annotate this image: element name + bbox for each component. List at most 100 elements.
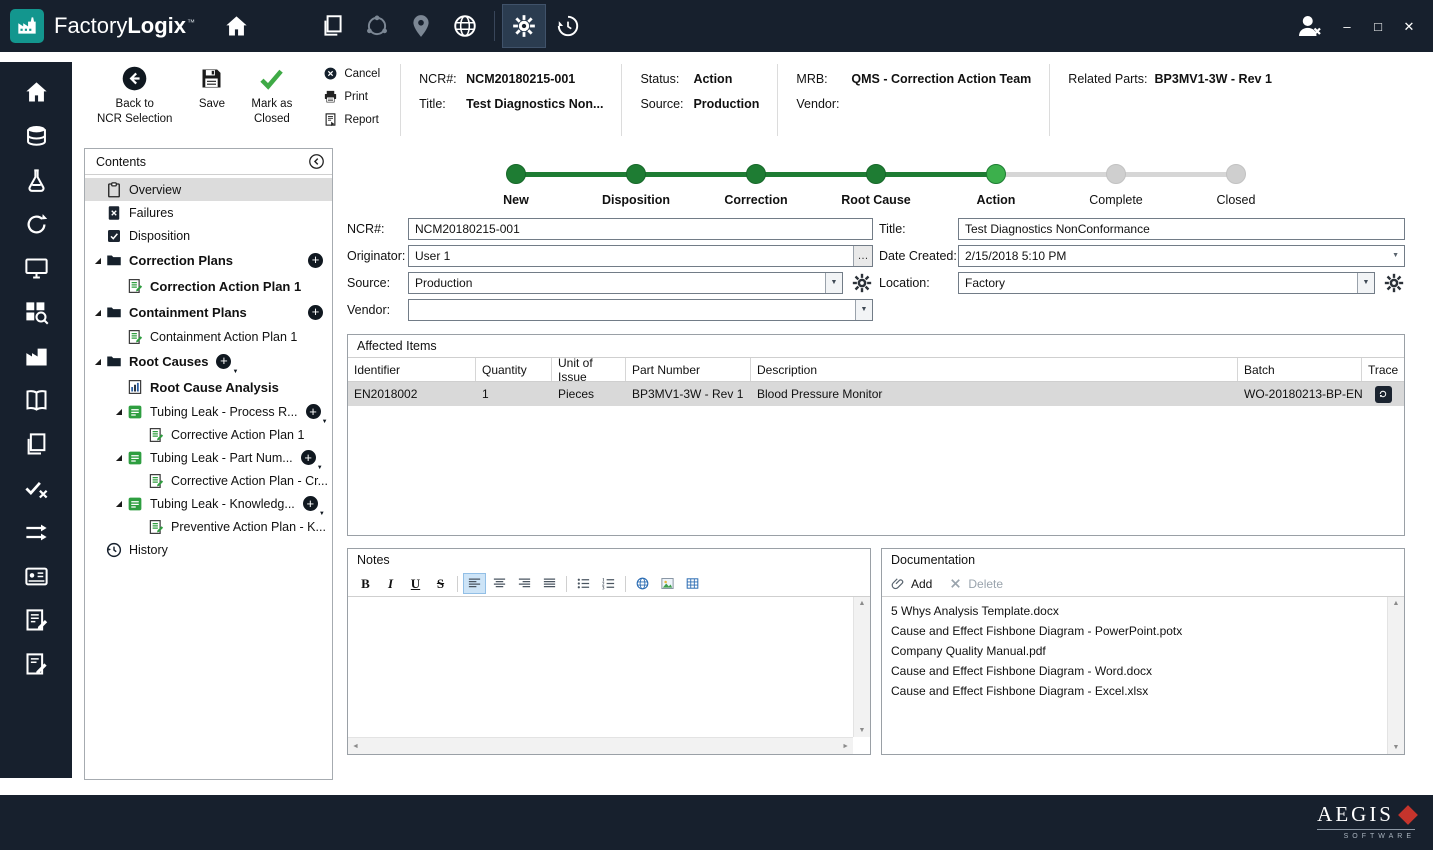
doc-file-item[interactable]: Company Quality Manual.pdf <box>882 641 1404 661</box>
add-button[interactable]: + ▼ <box>305 404 328 425</box>
image-button[interactable] <box>656 573 679 594</box>
history-icon[interactable] <box>546 4 590 48</box>
italic-button[interactable]: I <box>379 573 402 594</box>
scroll-down-icon[interactable]: ▼ <box>859 727 866 734</box>
column-header-batch[interactable]: Batch <box>1238 358 1362 381</box>
expander-icon[interactable]: ◢ <box>91 256 105 265</box>
expander-icon[interactable]: ◢ <box>112 407 126 416</box>
tree-item-preventive-action-plan-k[interactable]: Preventive Action Plan - K... <box>85 515 332 538</box>
bullet-list-button[interactable] <box>572 573 595 594</box>
refresh-icon[interactable] <box>13 202 59 246</box>
column-header-quantity[interactable]: Quantity <box>476 358 552 381</box>
delete-document-button[interactable]: Delete <box>948 576 1003 591</box>
vendor-dropdown[interactable]: ▼ <box>408 298 873 321</box>
location-dropdown[interactable]: Factory ▼ <box>958 271 1375 294</box>
expander-icon[interactable]: ◢ <box>91 357 105 366</box>
tree-item-failures[interactable]: Failures <box>85 201 332 224</box>
check-x-icon[interactable] <box>13 466 59 510</box>
tree-item-containment-plans[interactable]: ◢ Containment Plans + <box>85 299 332 325</box>
add-button[interactable]: + <box>308 252 323 268</box>
book-icon[interactable] <box>13 378 59 422</box>
trace-button[interactable] <box>1374 385 1392 403</box>
expander-icon[interactable]: ◢ <box>112 453 126 462</box>
user-logout-icon[interactable] <box>1294 11 1324 41</box>
location-icon[interactable] <box>399 4 443 48</box>
table-row[interactable]: EN2018002 1 Pieces BP3MV1-3W - Rev 1 Blood P… <box>348 382 1404 406</box>
tree-item-tubing-leak-part-num[interactable]: ◢ Tubing Leak - Part Num... + ▼ <box>85 446 332 471</box>
collapse-panel-icon[interactable] <box>308 153 325 170</box>
strikethrough-button[interactable]: S <box>429 573 452 594</box>
scroll-down-icon[interactable]: ▼ <box>1393 744 1400 751</box>
card-icon[interactable] <box>13 554 59 598</box>
chevron-down-icon[interactable]: ▼ <box>825 272 842 293</box>
step-circle[interactable] <box>1226 164 1246 184</box>
tree-item-overview[interactable]: Overview <box>85 178 332 201</box>
ncr-input[interactable]: NCM20180215-001 <box>408 217 873 240</box>
tree-item-corrective-action-plan-cr[interactable]: Corrective Action Plan - Cr... <box>85 469 332 492</box>
grid-search-icon[interactable] <box>13 290 59 334</box>
originator-input[interactable]: User 1… <box>408 244 873 267</box>
back-to-ncr-selection-button[interactable]: Back to NCR Selection <box>97 60 172 148</box>
originator-browse-button[interactable]: … <box>853 245 872 266</box>
expander-icon[interactable]: ◢ <box>91 308 105 317</box>
notes-editor[interactable] <box>348 597 853 737</box>
align-center-button[interactable] <box>488 573 511 594</box>
doc-file-item[interactable]: 5 Whys Analysis Template.docx <box>882 601 1404 621</box>
tree-item-tubing-leak-knowledg[interactable]: ◢ Tubing Leak - Knowledg... + ▼ <box>85 492 332 517</box>
source-dropdown[interactable]: Production ▼ <box>408 271 843 294</box>
globe-icon[interactable] <box>443 4 487 48</box>
table-button[interactable] <box>681 573 704 594</box>
doc-file-item[interactable]: Cause and Effect Fishbone Diagram - Exce… <box>882 681 1404 701</box>
title-input[interactable]: Test Diagnostics NonConformance <box>958 217 1405 240</box>
location-settings-gear-icon[interactable] <box>1383 272 1405 294</box>
documents-icon[interactable] <box>311 4 355 48</box>
home-icon[interactable] <box>219 9 253 43</box>
step-circle[interactable] <box>506 164 526 184</box>
step-circle[interactable] <box>626 164 646 184</box>
align-left-button[interactable] <box>463 573 486 594</box>
settings-icon[interactable] <box>502 4 547 48</box>
print-button[interactable]: Print <box>323 89 380 104</box>
maximize-button[interactable]: □ <box>1370 20 1386 33</box>
underline-button[interactable]: U <box>404 573 427 594</box>
close-button[interactable]: ✕ <box>1401 20 1417 33</box>
bold-button[interactable]: B <box>354 573 377 594</box>
column-header-description[interactable]: Description <box>751 358 1238 381</box>
add-button[interactable]: + <box>308 304 323 320</box>
minimize-button[interactable]: – <box>1339 20 1355 33</box>
date-picker-caret-icon[interactable]: ▼ <box>1392 252 1404 259</box>
tree-item-history[interactable]: History <box>85 538 332 561</box>
add-button[interactable]: + ▼ <box>302 496 325 517</box>
scroll-left-icon[interactable]: ◄ <box>352 743 359 750</box>
hyperlink-button[interactable] <box>631 573 654 594</box>
scroll-up-icon[interactable]: ▲ <box>859 600 866 607</box>
report-button[interactable]: Report <box>323 112 380 127</box>
doc-file-item[interactable]: Cause and Effect Fishbone Diagram - Word… <box>882 661 1404 681</box>
step-circle[interactable] <box>746 164 766 184</box>
source-settings-gear-icon[interactable] <box>851 272 873 294</box>
add-button[interactable]: + ▼ <box>300 450 323 471</box>
step-circle[interactable] <box>866 164 886 184</box>
flow-icon[interactable] <box>13 510 59 554</box>
database-icon[interactable] <box>13 114 59 158</box>
notes-vertical-scrollbar[interactable]: ▲ ▼ <box>853 597 870 737</box>
add-document-button[interactable]: Add <box>891 576 932 591</box>
numbered-list-button[interactable]: 123 <box>597 573 620 594</box>
scroll-up-icon[interactable]: ▲ <box>1393 600 1400 607</box>
column-header-trace[interactable]: Trace <box>1362 358 1404 381</box>
monitor-icon[interactable] <box>13 246 59 290</box>
documentation-scrollbar[interactable]: ▲ ▼ <box>1387 597 1404 754</box>
tree-item-tubing-leak-process-r[interactable]: ◢ Tubing Leak - Process R... + ▼ <box>85 400 332 425</box>
add-button[interactable]: + ▼ <box>216 353 238 375</box>
edit-doc-2-icon[interactable] <box>13 642 59 686</box>
column-header-part-number[interactable]: Part Number <box>626 358 751 381</box>
step-circle[interactable] <box>1106 164 1126 184</box>
pages-icon[interactable] <box>13 422 59 466</box>
tree-item-correction-plans[interactable]: ◢ Correction Plans + <box>85 247 332 273</box>
column-header-identifier[interactable]: Identifier <box>348 358 476 381</box>
network-icon[interactable] <box>355 4 399 48</box>
align-right-button[interactable] <box>513 573 536 594</box>
align-justify-button[interactable] <box>538 573 561 594</box>
notes-horizontal-scrollbar[interactable]: ◄ ► <box>348 737 853 754</box>
tree-item-root-causes[interactable]: ◢ Root Causes + ▼ <box>85 348 332 375</box>
